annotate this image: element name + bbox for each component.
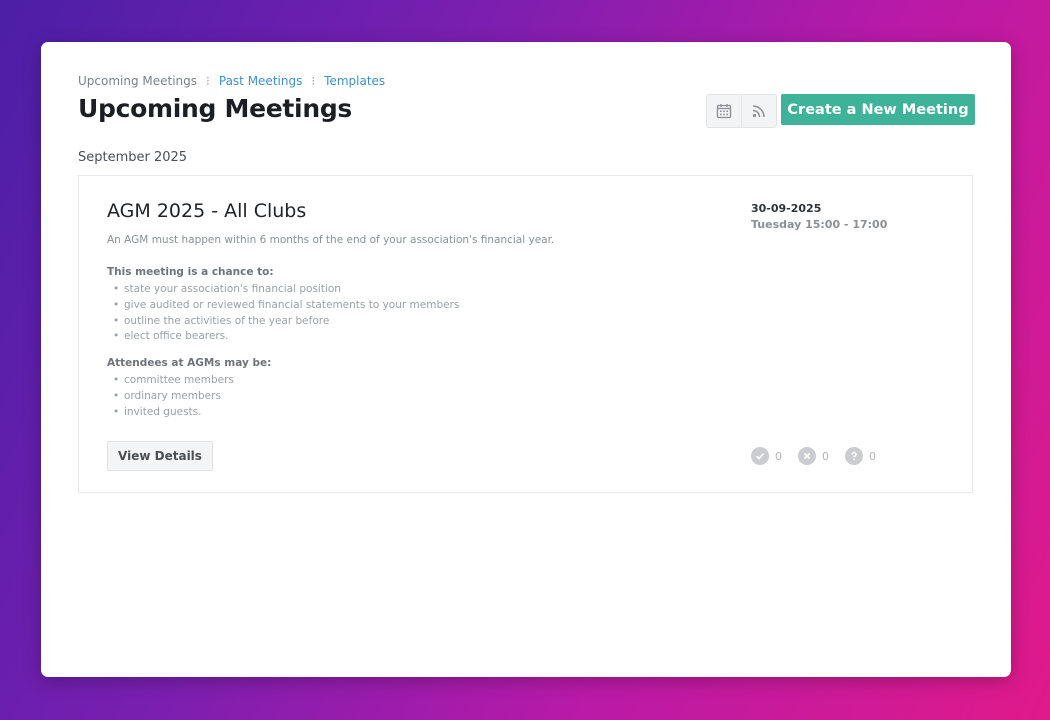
breadcrumb-upcoming-meetings[interactable]: Upcoming Meetings bbox=[78, 74, 197, 88]
chance-heading: This meeting is a chance to: bbox=[107, 266, 274, 278]
rsvp-accepted: 0 bbox=[751, 447, 782, 465]
list-item: committee members bbox=[107, 373, 234, 389]
breadcrumb: Upcoming Meetings ⁝ Past Meetings ⁝ Temp… bbox=[78, 74, 385, 88]
list-item: elect office bearers. bbox=[107, 329, 459, 345]
view-details-button[interactable]: View Details bbox=[107, 441, 213, 471]
rsvp-unknown-count: 0 bbox=[869, 449, 876, 463]
calendar-icon bbox=[716, 104, 732, 119]
attendees-list: committee members ordinary members invit… bbox=[107, 373, 234, 420]
breadcrumb-templates[interactable]: Templates bbox=[324, 74, 385, 88]
rsvp-declined-count: 0 bbox=[822, 449, 829, 463]
page-title: Upcoming Meetings bbox=[78, 94, 352, 123]
meeting-card: AGM 2025 - All Clubs An AGM must happen … bbox=[78, 175, 973, 493]
x-circle-icon bbox=[798, 447, 816, 465]
list-item: ordinary members bbox=[107, 389, 234, 405]
list-item: invited guests. bbox=[107, 405, 234, 421]
meeting-description: An AGM must happen within 6 months of th… bbox=[107, 234, 555, 246]
breadcrumb-past-meetings[interactable]: Past Meetings bbox=[219, 74, 302, 88]
attendees-heading: Attendees at AGMs may be: bbox=[107, 357, 272, 369]
rsvp-summary: 0 0 0 bbox=[751, 447, 892, 465]
month-label: September 2025 bbox=[78, 150, 188, 165]
list-item: outline the activities of the year befor… bbox=[107, 314, 459, 330]
rss-icon bbox=[752, 105, 765, 118]
chance-list: state your association's financial posit… bbox=[107, 282, 459, 345]
breadcrumb-separator: ⁝ bbox=[311, 74, 316, 88]
rsvp-unknown: 0 bbox=[845, 447, 876, 465]
list-item: state your association's financial posit… bbox=[107, 282, 459, 298]
app-window: Upcoming Meetings ⁝ Past Meetings ⁝ Temp… bbox=[41, 42, 1011, 677]
question-circle-icon bbox=[845, 447, 863, 465]
create-meeting-button[interactable]: Create a New Meeting bbox=[781, 94, 975, 125]
rsvp-accepted-count: 0 bbox=[775, 449, 782, 463]
calendar-view-button[interactable] bbox=[707, 95, 741, 127]
meeting-title: AGM 2025 - All Clubs bbox=[107, 200, 307, 222]
check-circle-icon bbox=[751, 447, 769, 465]
view-toggle-group bbox=[706, 94, 777, 128]
rsvp-declined: 0 bbox=[798, 447, 829, 465]
meeting-date: 30-09-2025 bbox=[751, 202, 822, 215]
breadcrumb-separator: ⁝ bbox=[206, 74, 210, 88]
list-item: give audited or reviewed financial state… bbox=[107, 298, 459, 314]
rss-feed-button[interactable] bbox=[741, 95, 776, 127]
meeting-time: Tuesday 15:00 - 17:00 bbox=[751, 218, 888, 231]
